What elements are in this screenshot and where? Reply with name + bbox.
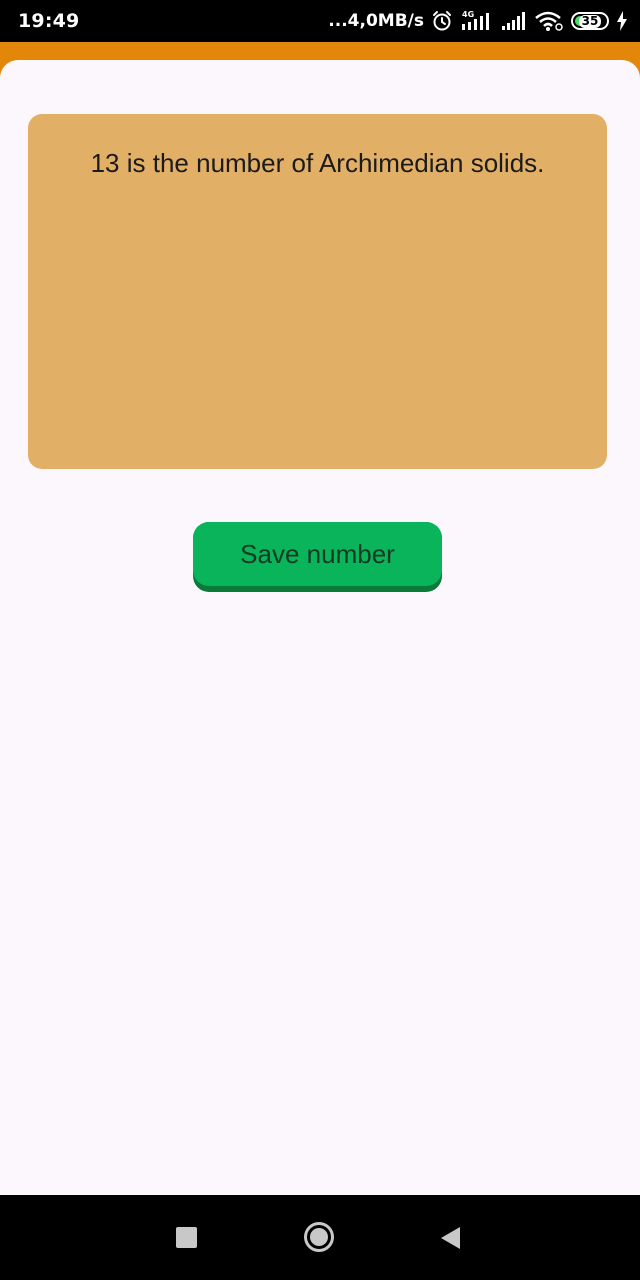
fact-card: 13 is the number of Archimedian solids.	[28, 114, 607, 469]
status-icons: ...4,0MB/s 4G 35	[328, 8, 628, 34]
wifi-icon	[534, 10, 564, 32]
home-circle-icon[interactable]	[303, 1221, 335, 1253]
signal-4g-icon: 4G	[460, 9, 494, 33]
back-triangle-icon[interactable]	[438, 1225, 462, 1251]
alarm-icon	[431, 10, 453, 32]
charging-icon	[616, 11, 628, 31]
battery-level: 35	[578, 14, 602, 28]
signal-icon	[501, 10, 527, 32]
content-sheet: 13 is the number of Archimedian solids. …	[0, 60, 640, 1195]
status-bar: 19:49 ...4,0MB/s 4G 35	[0, 0, 640, 42]
recents-square-icon[interactable]	[176, 1227, 197, 1248]
svg-text:4G: 4G	[462, 10, 474, 19]
save-number-button[interactable]: Save number	[193, 522, 442, 592]
battery-icon: 35	[571, 12, 609, 30]
save-number-button-label: Save number	[193, 522, 442, 586]
network-speed: ...4,0MB/s	[328, 11, 424, 31]
status-time: 19:49	[18, 10, 80, 32]
app-screen: 19:49 ...4,0MB/s 4G 35 13 is the number …	[0, 0, 640, 1280]
fact-text: 13 is the number of Archimedian solids.	[90, 148, 545, 178]
navigation-bar	[0, 1195, 640, 1280]
